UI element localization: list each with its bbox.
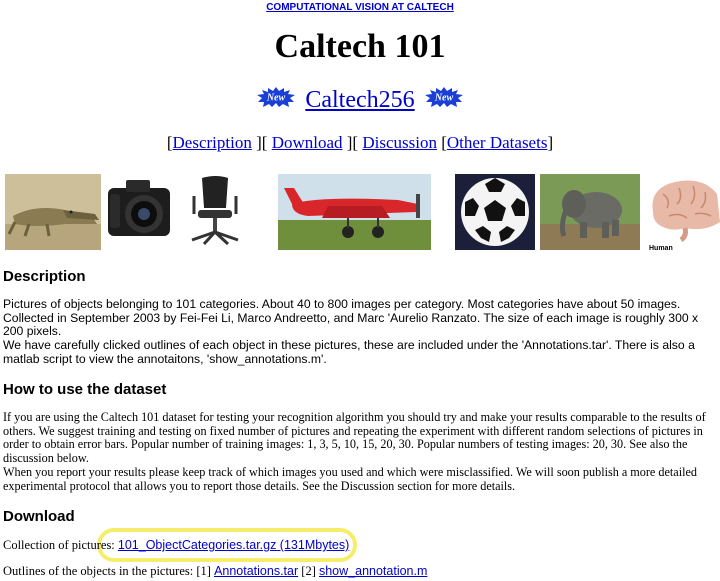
caltech256-row: New Caltech256 New	[0, 86, 720, 114]
nav-bracket: ]	[547, 133, 554, 152]
camera-image	[104, 174, 176, 250]
collection-label: Collection of pictures:	[3, 538, 115, 552]
outlines-marker-2: [2]	[301, 564, 316, 578]
show-annotation-link[interactable]: show_annotation.m	[319, 564, 427, 578]
airplane-image	[278, 174, 431, 250]
download-heading: Download	[3, 508, 75, 525]
annotations-tar-link[interactable]: Annotations.tar	[214, 564, 298, 578]
brain-image: Human	[645, 174, 720, 252]
computational-vision-link[interactable]: COMPUTATIONAL VISION AT CALTECH	[266, 2, 454, 13]
office-chair-image	[182, 174, 250, 250]
brain-caption: Human	[649, 245, 673, 252]
nav-discussion-link[interactable]: Discussion	[362, 133, 437, 152]
crocodile-image	[5, 174, 101, 250]
howto-heading: How to use the dataset	[3, 381, 167, 398]
elephant-image	[540, 174, 640, 250]
top-caltech-vision-link-wrap: COMPUTATIONAL VISION AT CALTECH	[0, 2, 720, 13]
example-image-strip: Human	[0, 174, 720, 252]
new-badge-text-1: New	[266, 92, 286, 103]
nav-bracket: ][	[256, 133, 268, 152]
outlines-label: Outlines of the objects in the pictures:	[3, 564, 194, 578]
caltech256-link[interactable]: Caltech256	[305, 87, 414, 113]
new-badge-icon: New	[424, 86, 463, 114]
page-title: Caltech 101	[274, 28, 446, 65]
new-badge-icon: New	[257, 86, 296, 114]
howto-text-2: When you report your results please keep…	[3, 465, 697, 493]
howto-text-1: If you are using the Caltech 101 dataset…	[3, 410, 706, 465]
nav-other-datasets-link[interactable]: Other Datasets	[447, 133, 548, 152]
nav-bracket: ][	[346, 133, 359, 152]
outlines-marker-1: [1]	[196, 564, 211, 578]
description-heading: Description	[3, 268, 86, 285]
collection-row: Collection of pictures: 101_ObjectCatego…	[3, 538, 349, 553]
nav-description-link[interactable]: Description	[173, 133, 252, 152]
outlines-row: Outlines of the objects in the pictures:…	[3, 564, 427, 579]
description-text-2: We have carefully clicked outlines of ea…	[3, 338, 695, 366]
object-categories-download-link[interactable]: 101_ObjectCategories.tar.gz (131Mbytes)	[118, 538, 349, 552]
nav-download-link[interactable]: Download	[272, 133, 343, 152]
new-badge-text-2: New	[433, 92, 453, 103]
soccer-ball-image	[455, 174, 535, 250]
description-text-1: Pictures of objects belonging to 101 cat…	[3, 297, 699, 339]
section-nav: [Description ][ Download ][ Discussion […	[0, 133, 720, 153]
